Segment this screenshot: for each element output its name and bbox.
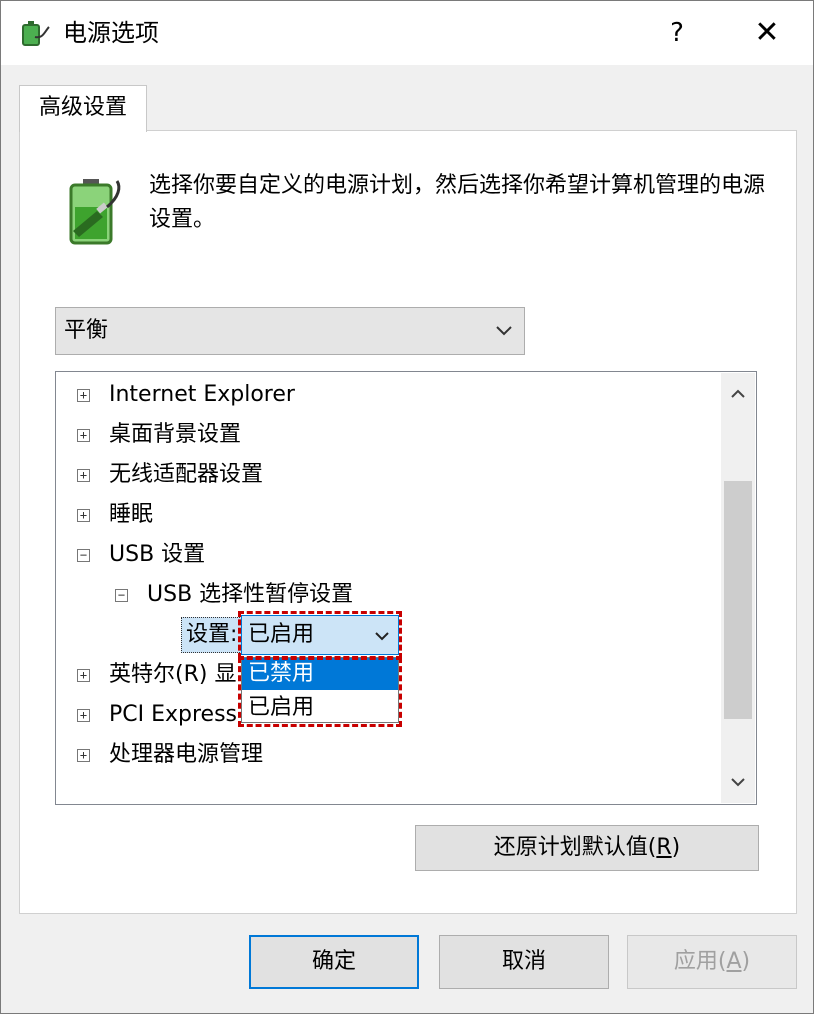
expand-icon[interactable]: + (77, 749, 90, 762)
title-bar: 电源选项 ? ✕ (1, 1, 813, 65)
tree-item-label: 英特尔(R) 显 (109, 662, 237, 687)
scroll-thumb[interactable] (724, 481, 752, 719)
tree-item-label: 处理器电源管理 (109, 742, 264, 767)
apply-close-paren: ) (741, 949, 751, 974)
collapse-icon[interactable]: − (77, 549, 90, 562)
expand-icon[interactable]: + (77, 709, 90, 722)
usb-suspend-dropdown[interactable]: 已启用 (241, 615, 399, 655)
restore-access-key: R (656, 835, 672, 860)
scroll-up-icon[interactable] (721, 377, 755, 411)
window-title: 电源选项 (63, 19, 159, 47)
expand-icon[interactable]: + (77, 429, 90, 442)
cancel-button[interactable]: 取消 (439, 935, 609, 989)
dropdown-option-disabled[interactable]: 已禁用 (242, 658, 398, 690)
dropdown-options-list: 已禁用 已启用 (241, 657, 399, 723)
tree-item-label: USB 设置 (109, 542, 206, 567)
tree-item-label: 睡眠 (109, 502, 154, 527)
expand-icon[interactable]: + (77, 669, 90, 682)
tree-scrollbar[interactable] (721, 373, 755, 803)
power-plan-value: 平衡 (64, 318, 109, 343)
help-button[interactable]: ? (651, 7, 703, 59)
tree-item-label: 桌面背景设置 (109, 422, 242, 447)
close-button[interactable]: ✕ (741, 7, 793, 59)
apply-label: 应用( (673, 949, 727, 974)
expand-icon[interactable]: + (77, 469, 90, 482)
expand-icon[interactable]: + (77, 389, 90, 402)
restore-close-paren: ) (671, 835, 681, 860)
tree-item-label: Internet Explorer (109, 382, 295, 407)
battery-plug-icon (63, 177, 127, 247)
description-text: 选择你要自定义的电源计划，然后选择你希望计算机管理的电源设置。 (149, 173, 766, 232)
apply-button[interactable]: 应用(A) (627, 935, 797, 989)
tree-item-label: PCI Express (109, 702, 238, 727)
power-plan-select[interactable]: 平衡 (55, 307, 525, 355)
dropdown-value: 已启用 (248, 622, 315, 647)
ok-button[interactable]: 确定 (249, 935, 419, 989)
expand-icon[interactable]: + (77, 509, 90, 522)
restore-defaults-button[interactable]: 还原计划默认值(R) (415, 825, 759, 871)
power-options-dialog: 电源选项 ? ✕ 高级设置 选择你要自定义的电源计划，然后选择你希望计算机管理的… (0, 0, 814, 1014)
scroll-down-icon[interactable] (721, 765, 755, 799)
apply-access-key: A (726, 949, 742, 974)
tree-item-label: 无线适配器设置 (109, 462, 264, 487)
chevron-down-icon (494, 320, 514, 340)
power-options-icon (17, 15, 51, 49)
tab-advanced-settings[interactable]: 高级设置 (19, 85, 147, 132)
chevron-down-icon (374, 628, 390, 644)
collapse-icon[interactable]: − (115, 589, 128, 602)
restore-defaults-label: 还原计划默认值( (493, 835, 657, 860)
setting-label: 设置: (181, 617, 243, 653)
dropdown-option-enabled[interactable]: 已启用 (242, 692, 398, 724)
tree-item-label: USB 选择性暂停设置 (147, 582, 354, 607)
